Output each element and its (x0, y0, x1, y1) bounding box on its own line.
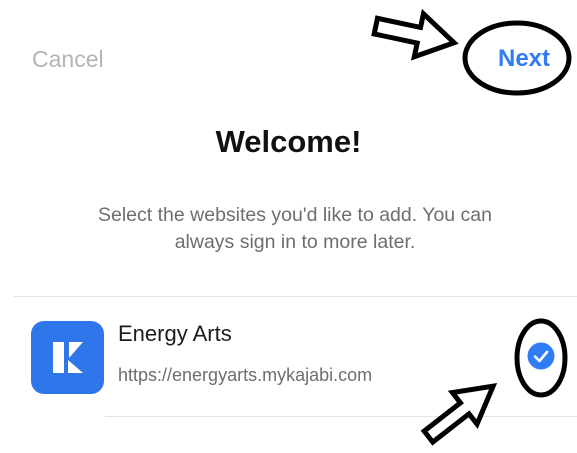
cancel-button[interactable]: Cancel (32, 46, 104, 73)
bottom-divider (105, 416, 577, 417)
site-name: Energy Arts (118, 321, 232, 346)
page-title: Welcome! (215, 124, 362, 159)
subtitle-line-1: Select the websites you'd like to add. Y… (98, 204, 492, 226)
next-button[interactable]: Next (498, 45, 550, 73)
list-item[interactable]: Energy Arts https://energyarts.mykajabi.… (0, 297, 577, 417)
page-subtitle: Select the websites you'd like to add. Y… (40, 202, 550, 256)
checkmark-icon[interactable] (527, 342, 555, 370)
subtitle-line-2: always sign in to more later. (174, 231, 416, 253)
kajabi-k-logo-icon (31, 321, 104, 394)
site-url: https://energyarts.mykajabi.com (118, 365, 373, 385)
hollow-arrow-icon (371, 8, 459, 61)
